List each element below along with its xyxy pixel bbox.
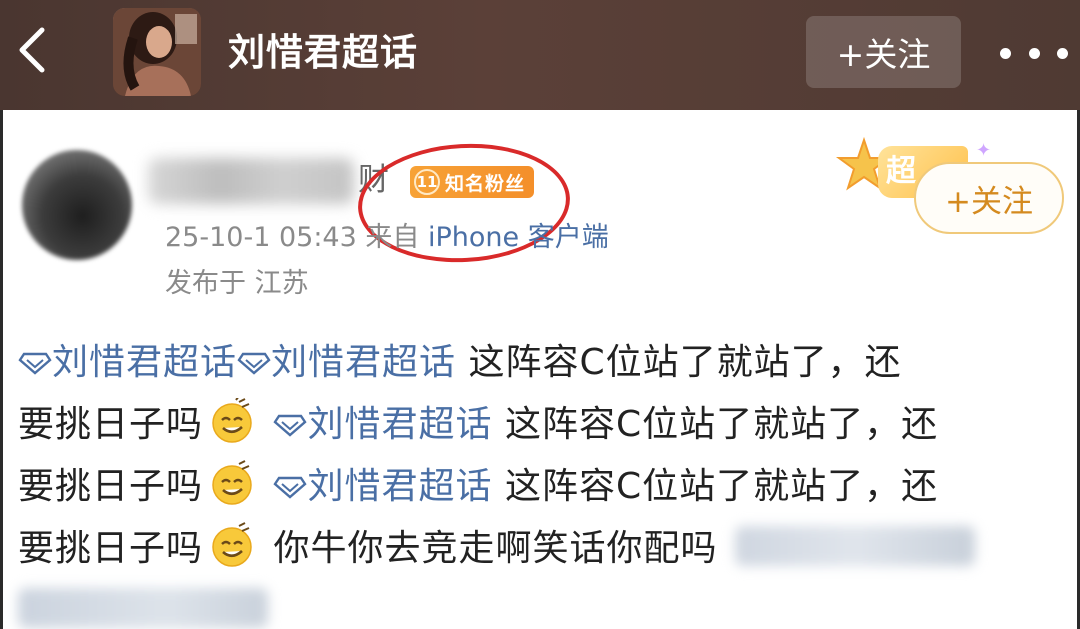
topic-link[interactable]: 刘惜君超话 <box>237 342 456 383</box>
topic-link[interactable]: 刘惜君超话 <box>18 342 237 383</box>
post-body: 刘惜君超话 刘惜君超话 这阵容C位站了就站了，还 要挑日子吗 刘惜君超话 这阵容C… <box>18 332 1068 629</box>
post-location: 发布于 江苏 <box>165 268 309 299</box>
topic-label: 刘惜君超话 <box>52 342 238 383</box>
avatar[interactable] <box>22 150 132 260</box>
blurred-username <box>148 158 354 204</box>
post-phrase: 这阵容C位站了就站了，还 <box>468 342 902 383</box>
post-phrase-tail: 要挑日子吗 <box>18 466 204 507</box>
back-button[interactable] <box>8 20 58 80</box>
sparkle-icon: ✦ <box>976 140 992 161</box>
post-phrase-tail: 要挑日子吗 <box>18 528 204 569</box>
diamond-icon <box>273 476 308 499</box>
post-phrase: 这阵容C位站了就站了，还 <box>504 404 939 445</box>
header-follow-button[interactable]: +关注 <box>806 16 961 88</box>
chevron-left-icon <box>19 27 45 73</box>
device-link[interactable]: iPhone 客户端 <box>428 222 609 253</box>
topic-link[interactable]: 刘惜君超话 <box>273 404 492 445</box>
supertopic-avatar[interactable] <box>113 8 201 96</box>
post-closing: 你牛你去竞走啊笑话你配吗 <box>273 528 718 569</box>
topic-label: 刘惜君超话 <box>271 342 457 383</box>
smug-face-emoji-icon <box>212 460 252 505</box>
post-follow-button[interactable]: +关注 <box>914 162 1064 234</box>
topic-label: 刘惜君超话 <box>307 404 493 445</box>
post-meta: 25-10-1 05:43 来自 iPhone 客户端 <box>165 220 609 256</box>
blurred-content <box>18 588 268 628</box>
blurred-content <box>735 526 976 566</box>
diamond-icon <box>18 352 52 375</box>
more-dots-icon[interactable] <box>1000 36 1068 70</box>
diamond-icon <box>237 352 271 375</box>
smug-face-emoji-icon <box>212 398 252 443</box>
top-bar: 刘惜君超话 +关注 <box>0 0 1080 110</box>
page-title: 刘惜君超话 <box>228 31 418 74</box>
avatar-photo <box>113 8 201 96</box>
topic-label: 刘惜君超话 <box>307 466 493 507</box>
topic-link[interactable]: 刘惜君超话 <box>273 466 492 507</box>
smug-face-emoji-icon <box>212 522 252 567</box>
diamond-icon <box>273 414 308 437</box>
post-phrase-tail: 要挑日子吗 <box>18 404 204 445</box>
post-time: 25-10-1 05:43 <box>165 222 357 253</box>
source-prefix: 来自 <box>365 222 420 253</box>
post-phrase: 这阵容C位站了就站了，还 <box>504 466 939 507</box>
